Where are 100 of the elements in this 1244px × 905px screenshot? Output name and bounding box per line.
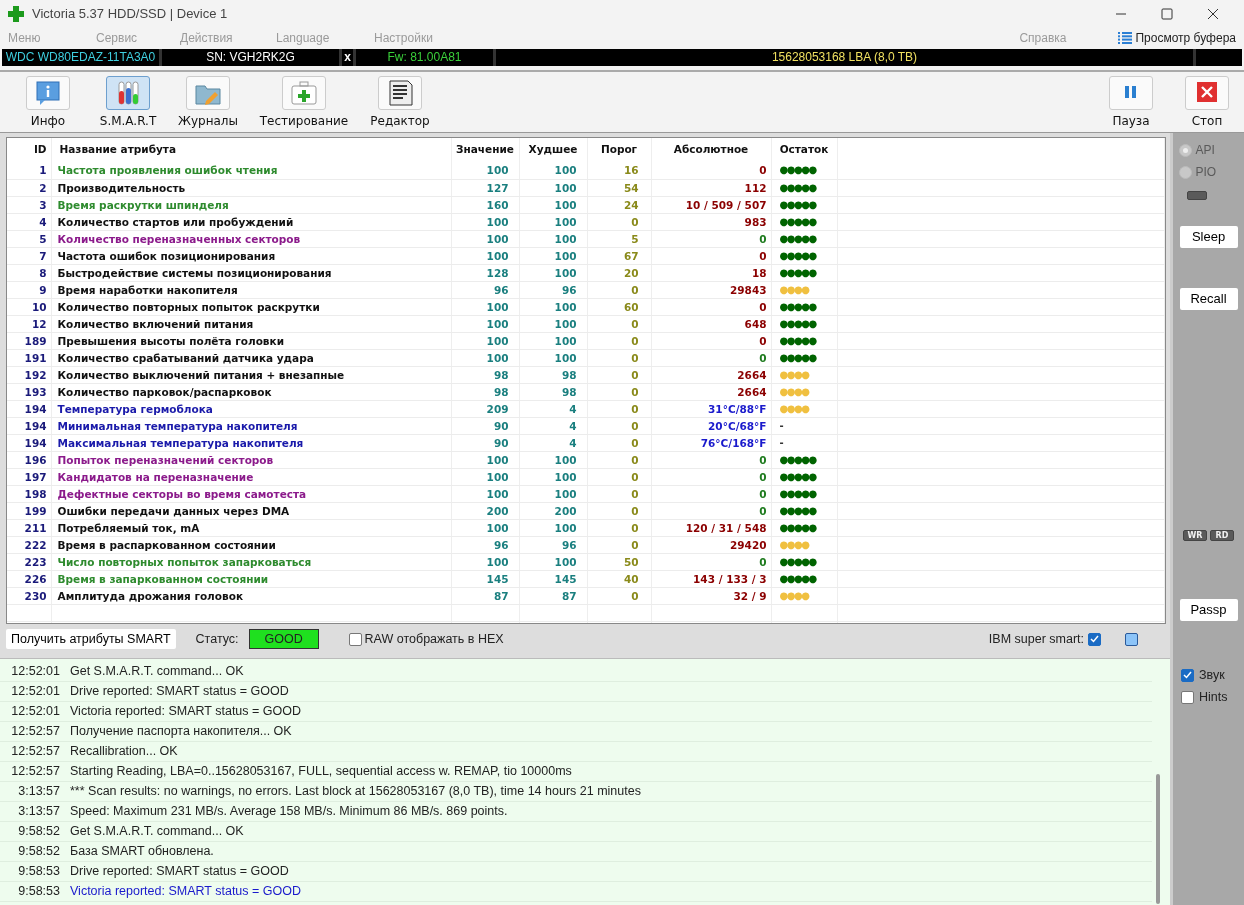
table-cell: 100 <box>451 519 519 536</box>
table-cell: 24 <box>587 196 651 213</box>
table-cell: 100 <box>519 247 587 264</box>
toolbar-button[interactable]: Журналы <box>168 76 248 130</box>
status-indicator: GOOD <box>248 628 319 650</box>
log-time: 9:58:53 <box>17 863 61 881</box>
color-swatch <box>1125 632 1138 646</box>
checkbox[interactable] <box>1088 632 1101 646</box>
table-cell: 0 <box>587 434 651 451</box>
scrollbar-thumb[interactable] <box>1156 774 1160 904</box>
table-cell: 90 <box>451 417 519 434</box>
column-header[interactable]: ID <box>7 138 51 162</box>
table-cell: 10 / 509 / 507 <box>651 196 771 213</box>
log-time: 12:52:01 <box>10 663 61 681</box>
table-cell: 200 <box>451 502 519 519</box>
table-cell: 2 <box>7 179 51 196</box>
table-cell: 0 <box>651 468 771 485</box>
get-smart-button[interactable]: Получить атрибуты SMART <box>6 628 176 650</box>
activity-indicator: WR <box>1183 530 1207 541</box>
column-header[interactable]: Название атрибута <box>51 138 451 162</box>
checkbox[interactable] <box>1181 668 1194 682</box>
table-cell: 222 <box>7 536 51 553</box>
checkbox-label: IBM super smart: <box>988 630 1084 648</box>
checkbox[interactable] <box>348 632 362 646</box>
table-cell: 2664 <box>651 366 771 383</box>
close-icon[interactable] <box>1207 8 1219 20</box>
status-dots: - <box>771 434 837 451</box>
column-header[interactable]: Абсолютное <box>651 138 771 162</box>
buffer-view-link[interactable]: Просмотр буфера <box>1135 29 1236 47</box>
toolbar-button[interactable]: Тестирование <box>248 76 360 130</box>
table-cell: 67 <box>587 247 651 264</box>
toolbar-button[interactable]: Редактор <box>360 76 440 130</box>
log-message: Get S.M.A.R.T. command... OK <box>70 823 244 841</box>
log-time: 12:52:57 <box>10 723 61 741</box>
table-cell: 191 <box>7 349 51 366</box>
checkbox-label: Hints <box>1199 688 1228 706</box>
table-cell: 143 / 133 / 3 <box>651 570 771 587</box>
status-dots: - <box>771 417 837 434</box>
table-cell: 100 <box>451 451 519 468</box>
table-cell: 100 <box>451 332 519 349</box>
toolbar-button[interactable]: Стоп <box>1178 76 1236 130</box>
column-header[interactable]: Остаток <box>771 138 837 162</box>
log-time: 12:52:01 <box>10 683 61 701</box>
table-cell: Время в запаркованном состоянии <box>51 570 451 587</box>
column-header[interactable]: Значение <box>451 138 519 162</box>
document-icon <box>386 79 414 107</box>
status-dots: ●●●● <box>771 536 837 553</box>
table-cell: 100 <box>451 298 519 315</box>
app-logo-icon <box>8 6 24 22</box>
toolbar-button[interactable]: S.M.A.R.T <box>88 76 168 130</box>
side-button[interactable]: Sleep <box>1179 226 1238 248</box>
table-cell: 100 <box>519 553 587 570</box>
table-cell: 96 <box>451 536 519 553</box>
table-cell: Количество включений питания <box>51 315 451 332</box>
table-cell: 230 <box>7 587 51 604</box>
table-cell: 0 <box>651 349 771 366</box>
status-dots: ●●●●● <box>771 213 837 230</box>
table-cell: 100 <box>519 519 587 536</box>
column-header[interactable]: Худшее <box>519 138 587 162</box>
table-cell: 40 <box>587 570 651 587</box>
log-message: Получение паспорта накопителя... OK <box>70 723 292 741</box>
radio-label: PIO <box>1195 164 1217 181</box>
toolbar-button[interactable]: Пауза <box>1102 76 1160 130</box>
table-cell: 9 <box>7 281 51 298</box>
status-dots: ●●●●● <box>771 519 837 536</box>
table-cell: 100 <box>519 332 587 349</box>
table-cell: 90 <box>451 434 519 451</box>
table-cell: 100 <box>519 468 587 485</box>
table-cell: 31°C/88°F <box>651 400 771 417</box>
close-serial-button[interactable]: x <box>342 49 356 66</box>
table-cell: 226 <box>7 570 51 587</box>
list-icon[interactable] <box>1118 32 1133 44</box>
log-message: Victoria reported: SMART status = GOOD <box>70 883 301 901</box>
log-time: 3:13:57 <box>17 803 61 821</box>
table-cell: 1 <box>7 162 51 179</box>
status-dots: ●●●●● <box>771 196 837 213</box>
table-cell: 211 <box>7 519 51 536</box>
side-button[interactable]: Recall <box>1179 288 1238 310</box>
column-header[interactable]: Порог <box>587 138 651 162</box>
checkbox[interactable] <box>1181 690 1194 704</box>
log-message: Starting Reading, LBA=0..15628053167, FULL, sequential access w. REMAP, tio 10000ms <box>70 763 572 781</box>
side-button[interactable]: Passp <box>1179 599 1238 621</box>
table-cell: 100 <box>451 230 519 247</box>
maximize-icon[interactable] <box>1161 8 1173 20</box>
table-cell: 29420 <box>651 536 771 553</box>
status-dots: ●●●●● <box>771 502 837 519</box>
status-dots: ●●●●● <box>771 332 837 349</box>
table-cell: 29843 <box>651 281 771 298</box>
status-dots: ●●●● <box>771 400 837 417</box>
table-cell: Время в распаркованном состоянии <box>51 536 451 553</box>
table-cell: Ошибки передачи данных через DMA <box>51 502 451 519</box>
toolbar-button[interactable]: Инфо <box>8 76 88 130</box>
table-cell: 2664 <box>651 383 771 400</box>
info-icon <box>34 79 62 107</box>
log-message: Speed: Maximum 231 MB/s. Average 158 MB/s. Minimum 86 MB/s. 869 points. <box>70 803 508 821</box>
table-cell: 100 <box>519 179 587 196</box>
table-cell: 87 <box>519 587 587 604</box>
first-aid-kit-icon <box>290 79 318 107</box>
table-cell: 100 <box>519 485 587 502</box>
table-cell: 0 <box>651 502 771 519</box>
